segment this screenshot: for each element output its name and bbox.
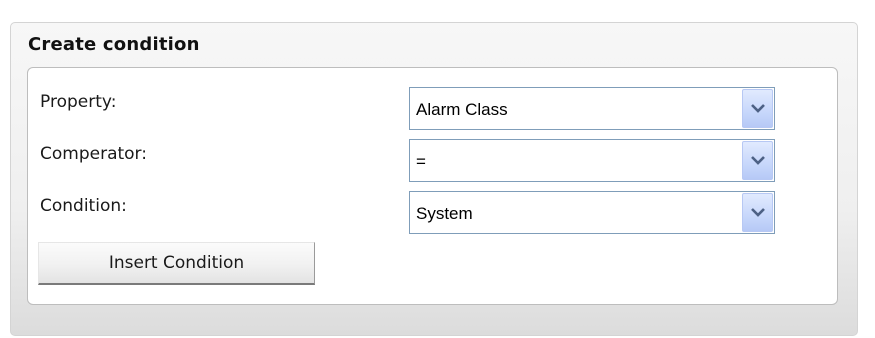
condition-select-button[interactable] <box>742 193 773 232</box>
panel-title: Create condition <box>28 34 200 55</box>
comperator-select-value: = <box>416 152 426 171</box>
property-select-value: Alarm Class <box>416 100 508 119</box>
condition-select[interactable]: System <box>409 191 775 234</box>
chevron-down-icon <box>751 156 765 165</box>
comperator-select[interactable]: = <box>409 139 775 182</box>
insert-condition-button[interactable]: Insert Condition <box>38 242 315 285</box>
property-label: Property: <box>40 92 117 112</box>
condition-select-value: System <box>416 204 473 223</box>
condition-label: Condition: <box>40 196 127 216</box>
chevron-down-icon <box>751 208 765 217</box>
comperator-label: Comperator: <box>40 144 147 164</box>
chevron-down-icon <box>751 104 765 113</box>
property-select[interactable]: Alarm Class <box>409 87 775 130</box>
property-select-button[interactable] <box>742 89 773 128</box>
comperator-select-button[interactable] <box>742 141 773 180</box>
